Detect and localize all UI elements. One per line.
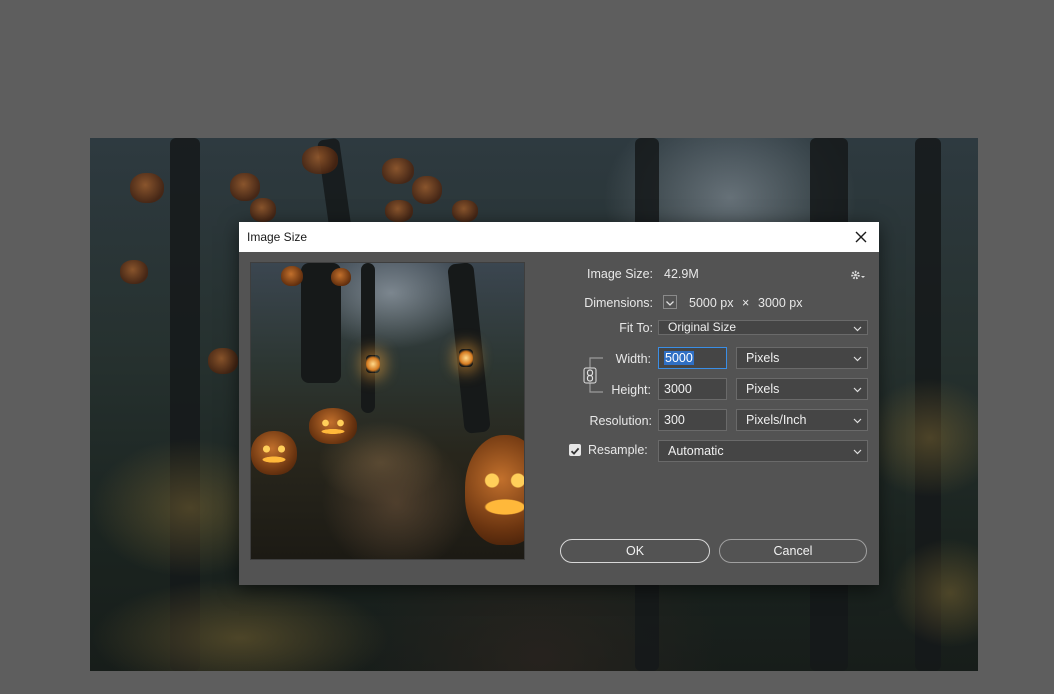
- dimensions-unit-toggle[interactable]: [663, 295, 677, 309]
- resample-checkbox[interactable]: [569, 444, 581, 456]
- dialog-titlebar: Image Size: [239, 222, 879, 252]
- height-input[interactable]: 3000: [658, 378, 727, 400]
- chevron-down-icon: [853, 449, 862, 455]
- resolution-label: Resolution:: [589, 414, 652, 428]
- width-label: Width:: [615, 352, 651, 366]
- resolution-unit-value: Pixels/Inch: [746, 413, 807, 427]
- fit-to-label: Fit To:: [619, 321, 653, 335]
- width-value: 5000: [664, 351, 694, 365]
- dimensions-times: ×: [742, 296, 750, 310]
- height-value: 3000: [664, 382, 692, 396]
- resample-method-value: Automatic: [668, 444, 724, 458]
- checkmark-icon: [570, 447, 580, 455]
- close-icon[interactable]: [849, 225, 873, 249]
- height-unit-select[interactable]: Pixels: [736, 378, 868, 400]
- image-preview[interactable]: [250, 262, 525, 560]
- chevron-down-icon: [853, 356, 862, 362]
- gear-icon[interactable]: [850, 268, 866, 280]
- dimensions-height: 3000 px: [758, 296, 803, 310]
- image-size-dialog: Image Size Image Size: 42.9M Dimensions:: [239, 222, 879, 585]
- height-label: Height:: [611, 383, 651, 397]
- chevron-down-icon: [666, 301, 674, 306]
- dialog-title: Image Size: [247, 230, 308, 244]
- width-unit-select[interactable]: Pixels: [736, 347, 868, 369]
- fit-to-select[interactable]: Original Size: [658, 320, 868, 335]
- fit-to-value: Original Size: [668, 320, 737, 334]
- dimensions-width: 5000 px: [689, 296, 734, 310]
- chevron-down-icon: [853, 387, 862, 393]
- resample-method-select[interactable]: Automatic: [658, 440, 868, 462]
- chevron-down-icon: [853, 418, 862, 424]
- resolution-unit-select[interactable]: Pixels/Inch: [736, 409, 868, 431]
- ok-button[interactable]: OK: [560, 539, 710, 563]
- resample-label: Resample:: [588, 443, 648, 457]
- chevron-down-icon: [853, 326, 862, 332]
- width-input[interactable]: 5000: [658, 347, 727, 369]
- height-unit-value: Pixels: [746, 382, 780, 396]
- cancel-button[interactable]: Cancel: [719, 539, 867, 563]
- width-unit-value: Pixels: [746, 351, 780, 365]
- image-size-label: Image Size:: [586, 267, 653, 281]
- resolution-input[interactable]: 300: [658, 409, 727, 431]
- dimensions-label: Dimensions:: [584, 296, 653, 310]
- resolution-value: 300: [664, 413, 685, 427]
- image-size-value: 42.9M: [664, 267, 699, 281]
